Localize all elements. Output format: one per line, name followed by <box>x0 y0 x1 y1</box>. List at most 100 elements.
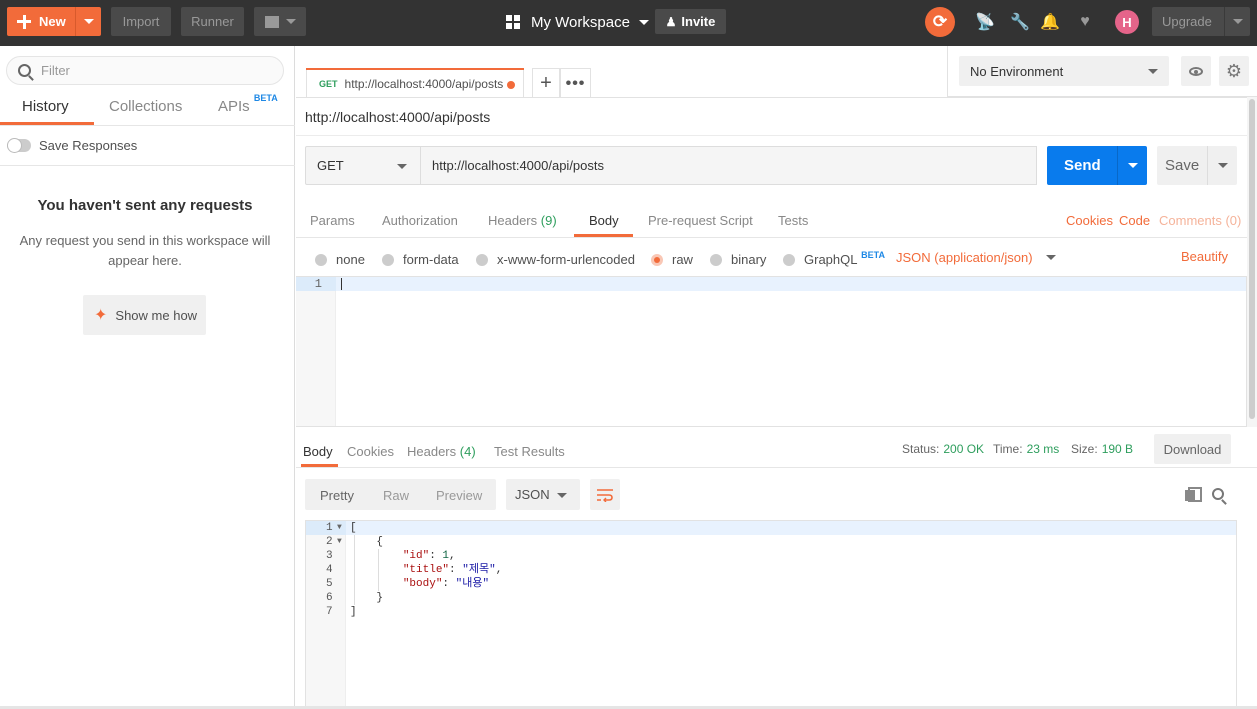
body-type-urlencoded[interactable]: x-www-form-urlencoded <box>476 252 635 267</box>
plus-icon <box>16 14 32 30</box>
response-body-viewer[interactable]: 1 ▼ 2 ▼ 3 4 5 6 7 [ { "id": 1, "title": "제… <box>305 520 1237 709</box>
add-window-icon <box>264 15 279 28</box>
active-line <box>346 521 1236 535</box>
caret-down-icon <box>1148 69 1158 74</box>
download-button[interactable]: Download <box>1154 434 1231 464</box>
copy-icon[interactable] <box>1185 487 1202 502</box>
line-gutter: 1 <box>296 277 336 426</box>
radio-icon <box>783 253 795 266</box>
empty-state-title: You haven't sent any requests <box>37 197 253 214</box>
heart-icon[interactable]: ♥ <box>1075 12 1095 32</box>
send-dropdown[interactable] <box>1117 146 1147 185</box>
scrollbar-thumb[interactable] <box>1249 99 1255 419</box>
content-type-select[interactable]: JSON (application/json) <box>896 250 1056 265</box>
response-tab-headers-label: Headers <box>407 444 457 459</box>
format-raw-button[interactable]: Raw <box>383 488 409 503</box>
body-type-graphql-label: GraphQL <box>804 252 858 267</box>
url-input[interactable]: http://localhost:4000/api/posts <box>421 146 1037 185</box>
top-bar: New Import Runner My Workspace ♟ Invite … <box>0 0 1257 46</box>
bell-icon[interactable]: 🔔 <box>1040 12 1060 32</box>
sync-icon[interactable]: ⟳ <box>925 7 955 37</box>
tab-collections[interactable]: Collections <box>109 98 182 115</box>
tab-tests[interactable]: Tests <box>778 213 808 228</box>
divider <box>296 135 1251 136</box>
language-select[interactable]: JSON <box>506 479 580 510</box>
body-type-none[interactable]: none <box>315 252 365 267</box>
tab-options-button[interactable]: ••• <box>560 68 591 98</box>
new-button[interactable]: New <box>7 7 101 36</box>
comments-link[interactable]: Comments (0) <box>1159 213 1241 228</box>
runner-button[interactable]: Runner <box>181 7 244 36</box>
format-preview-button[interactable]: Preview <box>436 488 482 503</box>
request-tab[interactable]: GET http://localhost:4000/api/posts <box>306 68 524 98</box>
cookies-link[interactable]: Cookies <box>1066 213 1113 228</box>
response-tab-body[interactable]: Body <box>303 444 333 459</box>
body-type-form-data[interactable]: form-data <box>382 252 459 267</box>
manage-environments-button[interactable]: ⚙ <box>1219 56 1249 86</box>
wrap-lines-button[interactable] <box>590 479 620 510</box>
empty-state-description: Any request you send in this workspace w… <box>19 233 271 268</box>
request-tab-url: http://localhost:4000/api/posts <box>344 76 504 91</box>
fold-arrow-icon[interactable]: ▼ <box>337 535 342 549</box>
caret-down-icon <box>83 19 94 24</box>
gear-icon: ⚙ <box>1225 60 1243 81</box>
new-dropdown-button[interactable] <box>75 7 101 36</box>
scrollbar[interactable] <box>1247 97 1257 427</box>
environment-select[interactable]: No Environment <box>959 56 1169 86</box>
tab-apis-label: APIs <box>218 98 250 115</box>
code-line: { <box>376 536 384 548</box>
workspace-name: My Workspace <box>531 13 630 31</box>
satellite-icon[interactable]: 📡 <box>975 12 995 32</box>
tab-headers[interactable]: Headers (9) <box>488 213 557 228</box>
beautify-link[interactable]: Beautify <box>1181 249 1228 264</box>
tab-history[interactable]: History <box>22 98 69 115</box>
save-dropdown[interactable] <box>1207 146 1237 185</box>
new-tab-button[interactable]: + <box>532 68 560 98</box>
caret-down-icon <box>1217 163 1228 168</box>
response-tab-cookies[interactable]: Cookies <box>347 444 394 459</box>
response-tab-headers[interactable]: Headers (4) <box>407 444 476 459</box>
save-responses-toggle[interactable] <box>7 138 31 153</box>
new-button-label: New <box>39 14 66 29</box>
new-window-button[interactable] <box>254 7 306 36</box>
method-select[interactable]: GET <box>305 146 421 185</box>
search-icon[interactable] <box>1212 488 1224 500</box>
invite-label: Invite <box>681 14 716 29</box>
unsaved-dot-icon <box>507 81 515 89</box>
upgrade-dropdown[interactable] <box>1224 7 1250 36</box>
body-type-binary[interactable]: binary <box>710 252 766 267</box>
tab-apis[interactable]: APIs BETA <box>218 93 278 115</box>
upgrade-button[interactable]: Upgrade <box>1152 7 1250 36</box>
format-buttons: Pretty Raw Preview <box>305 479 496 510</box>
tab-prerequest-script[interactable]: Pre-request Script <box>648 213 753 228</box>
save-button[interactable]: Save <box>1157 146 1237 185</box>
body-type-urlencoded-label: x-www-form-urlencoded <box>497 252 635 267</box>
code-line: [ <box>350 522 357 534</box>
avatar[interactable]: H <box>1115 10 1139 34</box>
tab-body[interactable]: Body <box>589 213 619 228</box>
fold-arrow-icon[interactable]: ▼ <box>337 521 342 535</box>
radio-icon <box>476 253 488 266</box>
request-body-editor[interactable]: 1 <box>296 276 1247 427</box>
environment-quick-look-button[interactable] <box>1181 56 1211 86</box>
import-button[interactable]: Import <box>111 7 171 36</box>
format-pretty-button[interactable]: Pretty <box>320 488 354 503</box>
body-type-none-label: none <box>336 252 365 267</box>
filter-box[interactable] <box>6 56 284 85</box>
code-link[interactable]: Code <box>1119 213 1150 228</box>
tab-params[interactable]: Params <box>310 213 355 228</box>
body-type-graphql[interactable]: GraphQL BETA <box>783 250 885 267</box>
wrench-icon[interactable]: 🔧 <box>1010 12 1030 32</box>
caret-down-icon <box>397 164 407 169</box>
response-tab-test-results[interactable]: Test Results <box>494 444 565 459</box>
show-me-how-button[interactable]: ✦ Show me how <box>83 295 206 335</box>
workspace-selector[interactable]: My Workspace <box>506 11 649 33</box>
tab-authorization[interactable]: Authorization <box>382 213 458 228</box>
body-type-raw[interactable]: raw <box>651 252 693 267</box>
invite-button[interactable]: ♟ Invite <box>655 9 726 34</box>
filter-input[interactable] <box>41 63 261 78</box>
line-number: 5 <box>326 578 333 590</box>
send-button[interactable]: Send <box>1047 146 1147 185</box>
caret-down-icon <box>285 19 296 24</box>
line-number: 2 ▼ <box>326 535 342 549</box>
